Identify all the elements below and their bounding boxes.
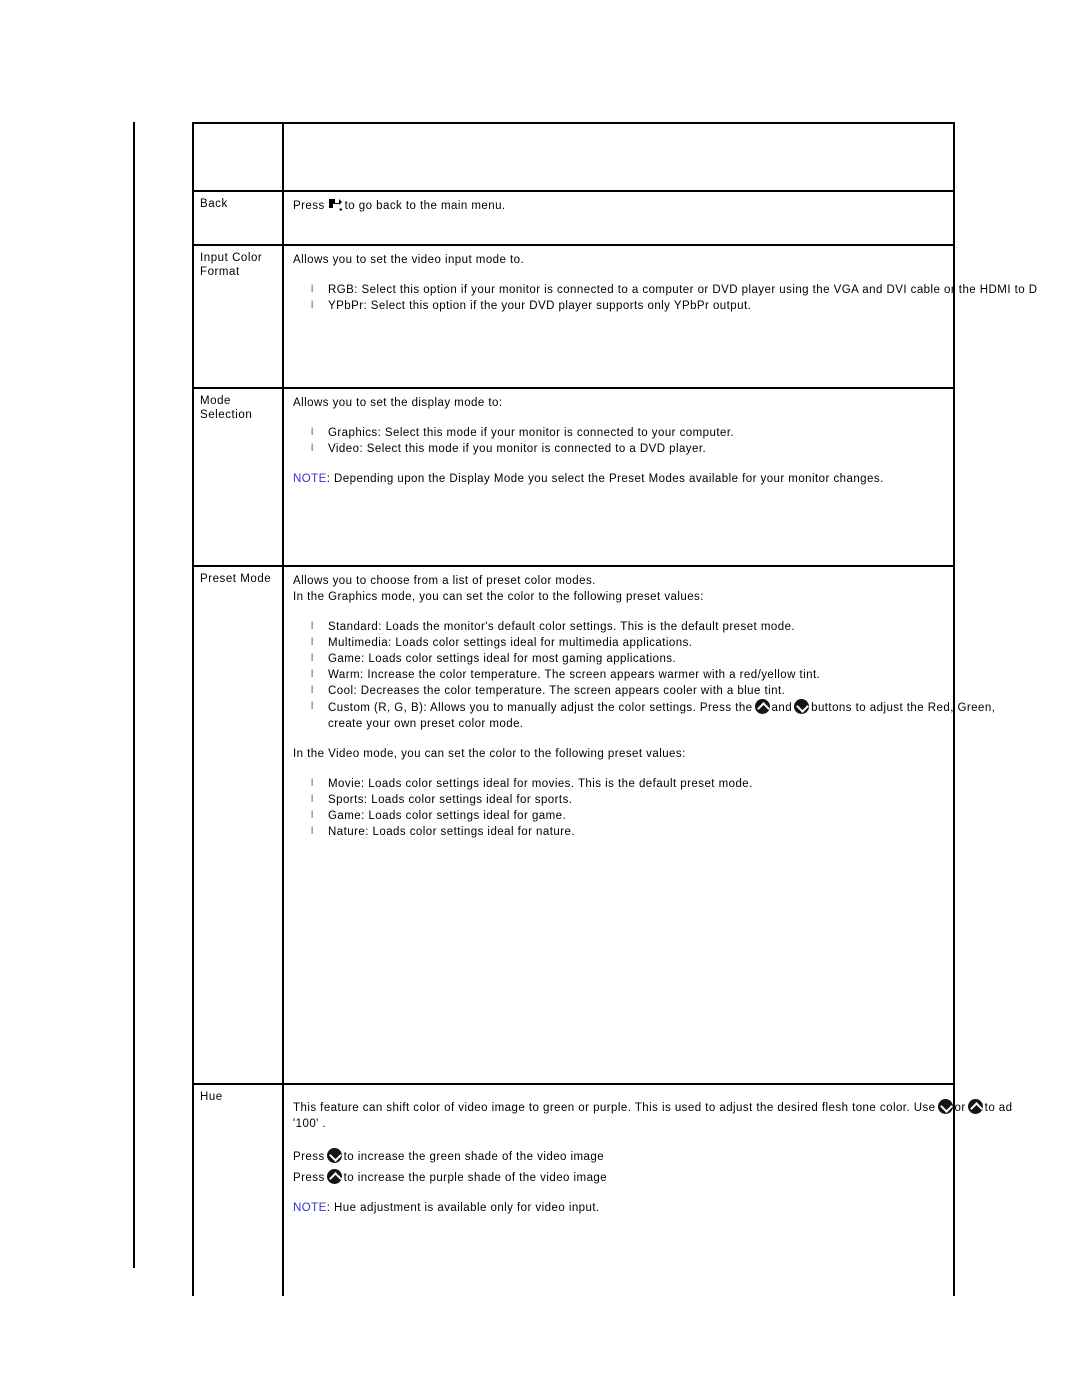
custom-text-part1: Custom (R, G, B): Allows you to manually…: [328, 702, 753, 714]
back-arrow-icon: [327, 198, 343, 212]
preset-intro: Allows you to choose from a list of pres…: [293, 575, 596, 587]
back-press-suffix: to go back to the main menu.: [344, 200, 506, 212]
row-label-spacer: [192, 122, 284, 191]
list-item: Movie: Loads color settings ideal for mo…: [311, 776, 1080, 792]
back-press-prefix: Press: [293, 200, 325, 212]
chevron-down-button-icon[interactable]: [794, 699, 810, 714]
table-row-preset-mode: Preset Mode Allows you to choose from a …: [192, 565, 995, 1084]
osd-settings-table: Back Press to go back to the main menu. I…: [192, 122, 1037, 1296]
hue-purple-prefix: Press: [293, 1172, 325, 1184]
hue-line2: '100' .: [293, 1118, 327, 1130]
preset-video-bullet-list: Movie: Loads color settings ideal for mo…: [293, 776, 1080, 840]
list-item: RGB: Select this option if your monitor …: [311, 282, 1080, 298]
list-item: YPbPr: Select this option if the your DV…: [311, 298, 1080, 314]
row-desc-back: Press to go back to the main menu.: [282, 190, 955, 245]
table-row-hue: Hue This feature can shift color of vide…: [192, 1083, 1012, 1296]
icf-bullet-list: RGB: Select this option if your monitor …: [293, 282, 1080, 314]
hue-note: NOTE: Hue adjustment is available only f…: [293, 1200, 1080, 1216]
row-label-back: Back: [192, 190, 284, 245]
row-label-hue: Hue: [192, 1083, 284, 1296]
row-desc-input-color-format: Allows you to set the video input mode t…: [282, 244, 1037, 388]
page-left-margin-rule: [133, 122, 135, 1268]
row-label-input-color-format: Input Color Format: [192, 244, 284, 388]
chevron-up-button-icon[interactable]: [326, 1169, 342, 1184]
table-row-mode-selection: Mode Selection Allows you to set the dis…: [192, 387, 955, 566]
chevron-down-button-icon[interactable]: [937, 1099, 953, 1114]
row-label-mode-selection: Mode Selection: [192, 387, 284, 566]
hue-purple-suffix: to increase the purple shade of the vide…: [343, 1172, 608, 1184]
list-item: Graphics: Select this mode if your monit…: [311, 425, 1080, 441]
custom-and: and: [771, 702, 793, 714]
row-desc-preset-mode: Allows you to choose from a list of pres…: [282, 565, 995, 1084]
hue-press-purple: Press to increase the purple shade of the…: [293, 1169, 1080, 1186]
mode-intro: Allows you to set the display mode to:: [293, 397, 503, 409]
table-row-spacer: [192, 122, 955, 191]
chevron-down-button-icon[interactable]: [326, 1148, 342, 1163]
list-item: Game: Loads color settings ideal for mos…: [311, 651, 1080, 667]
list-item: Game: Loads color settings ideal for gam…: [311, 808, 1080, 824]
note-text: : Hue adjustment is available only for v…: [326, 1202, 600, 1214]
hue-line1: This feature can shift color of video im…: [293, 1099, 1080, 1116]
list-item-custom: Custom (R, G, B): Allows you to manually…: [311, 699, 1080, 732]
list-item: Nature: Loads color settings ideal for n…: [311, 824, 1080, 840]
hue-line1-part2: to ad: [984, 1102, 1013, 1114]
row-desc-mode-selection: Allows you to set the display mode to: G…: [282, 387, 955, 566]
hue-press-green: Press to increase the green shade of the …: [293, 1148, 1080, 1165]
custom-text-part2: buttons to adjust the Red, Green,: [811, 702, 996, 714]
row-desc-hue: This feature can shift color of video im…: [282, 1083, 1012, 1296]
preset-graphics-bullet-list: Standard: Loads the monitor's default co…: [293, 619, 1080, 732]
list-item: Standard: Loads the monitor's default co…: [311, 619, 1080, 635]
mode-bullet-list: Graphics: Select this mode if your monit…: [293, 425, 1080, 457]
custom-line2: create your own preset color mode.: [328, 718, 524, 730]
list-item: Warm: Increase the color temperature. Th…: [311, 667, 1080, 683]
preset-intro2: In the Graphics mode, you can set the co…: [293, 591, 704, 603]
hue-line1-or: or: [954, 1102, 966, 1114]
row-label-preset-mode: Preset Mode: [192, 565, 284, 1084]
hue-line1-part1: This feature can shift color of video im…: [293, 1102, 936, 1114]
table-row-back: Back Press to go back to the main menu.: [192, 190, 955, 245]
preset-video-intro: In the Video mode, you can set the color…: [293, 748, 686, 760]
mode-note: NOTE: Depending upon the Display Mode yo…: [293, 471, 1080, 487]
table-row-input-color-format: Input Color Format Allows you to set the…: [192, 244, 1037, 388]
chevron-up-button-icon[interactable]: [967, 1099, 983, 1114]
list-item: Video: Select this mode if you monitor i…: [311, 441, 1080, 457]
list-item: Cool: Decreases the color temperature. T…: [311, 683, 1080, 699]
row-desc-spacer: [282, 122, 955, 191]
icf-intro: Allows you to set the video input mode t…: [293, 254, 525, 266]
hue-green-suffix: to increase the green shade of the video…: [343, 1151, 605, 1163]
chevron-up-button-icon[interactable]: [754, 699, 770, 714]
note-text: : Depending upon the Display Mode you se…: [326, 473, 884, 485]
back-instruction: Press to go back to the main menu.: [293, 198, 1080, 214]
hue-green-prefix: Press: [293, 1151, 325, 1163]
list-item: Multimedia: Loads color settings ideal f…: [311, 635, 1080, 651]
note-label: NOTE: [293, 473, 327, 485]
note-label: NOTE: [293, 1202, 327, 1214]
list-item: Sports: Loads color settings ideal for s…: [311, 792, 1080, 808]
